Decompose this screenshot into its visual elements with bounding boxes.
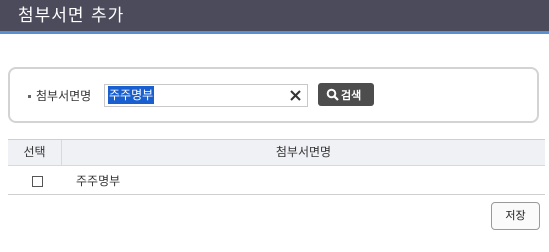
search-input[interactable] [107,86,281,105]
row-document-name: 주주명부 [76,174,121,188]
attachment-table: 선택 첨부서면명 주주명부 [8,139,545,195]
column-header-name: 첨부서면명 [275,145,332,159]
search-panel: 첨부서면명 주주명부 검색 [8,67,539,123]
table-header-row: 선택 첨부서면명 [8,140,545,166]
label-bullet [28,95,31,98]
dialog-titlebar: 첨부서면 추가 [0,0,549,34]
search-button-label: 검색 [341,89,362,102]
save-button[interactable]: 저장 [491,202,540,230]
search-icon [326,88,339,101]
search-button[interactable]: 검색 [318,83,374,106]
search-input-container: 주주명부 [104,84,308,107]
close-icon[interactable] [288,88,303,103]
table-row[interactable]: 주주명부 [8,166,545,194]
search-field-label: 첨부서면명 [36,89,92,103]
dialog-title: 첨부서면 추가 [18,6,125,26]
column-header-select: 선택 [8,140,62,165]
row-checkbox[interactable] [32,176,43,187]
